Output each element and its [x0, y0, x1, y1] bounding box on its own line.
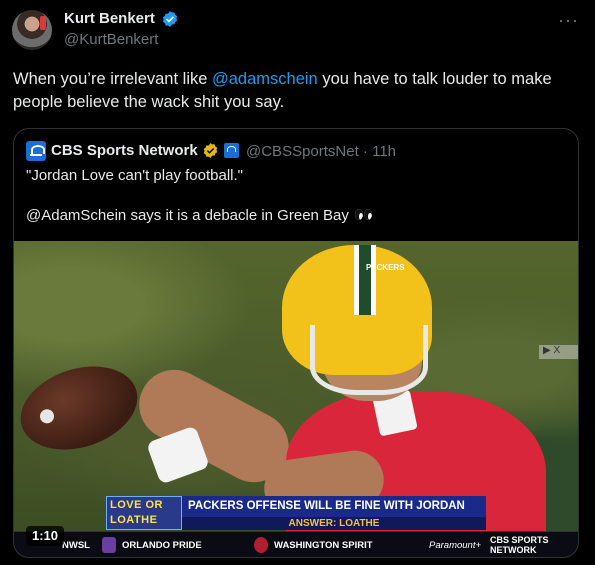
more-options-icon[interactable]: ···	[558, 10, 579, 31]
author-display-name[interactable]: Kurt Benkert	[64, 10, 155, 27]
quoted-text-line1: "Jordan Love can't play football."	[26, 167, 243, 184]
author-handle[interactable]: @KurtBenkert	[64, 31, 158, 48]
love-or-loathe-logo: LOVE OR LOATHE	[106, 496, 182, 530]
mention-link[interactable]: @adamschein	[212, 70, 318, 88]
quoted-text-line2: @AdamSchein says it is a debacle in Gree…	[26, 207, 373, 224]
video-player[interactable]: PACKERS ▶ X LOVE OR LOATHE PACKERS OFFEN…	[14, 241, 578, 557]
quoted-text-line2-content: @AdamSchein says it is a debacle in Gree…	[26, 207, 349, 224]
ticker-paramount: Paramount+	[429, 540, 482, 551]
love-or-loathe-logo-text: LOVE OR LOATHE	[110, 499, 164, 526]
ticker-washington-spirit: WASHINGTON SPIRIT	[274, 540, 373, 551]
quoted-avatar-logo[interactable]	[26, 141, 46, 161]
affiliate-badge-icon	[224, 143, 239, 158]
lower-third-headline: PACKERS OFFENSE WILL BE FINE WITH JORDAN…	[182, 496, 486, 533]
ad-badge[interactable]: ▶ X	[539, 345, 578, 359]
lower-third-graphic: LOVE OR LOATHE PACKERS OFFENSE WILL BE F…	[106, 496, 486, 533]
tweet-text-before: When you’re irrelevant like	[13, 70, 212, 88]
ticker-nwsl: NWSL	[62, 540, 90, 551]
quoted-tweet[interactable]: CBS Sports Network @CBSSportsNet · 11h "…	[13, 128, 579, 558]
quoted-handle-time: @CBSSportsNet · 11h	[246, 143, 397, 160]
ad-badge-text: ▶ X	[543, 345, 561, 356]
washington-spirit-logo-icon	[254, 537, 268, 553]
video-duration: 1:10	[26, 526, 65, 546]
author-avatar[interactable]	[12, 10, 52, 50]
gold-verified-badge-icon	[203, 143, 218, 158]
orlando-pride-logo-icon	[102, 537, 116, 553]
football	[14, 352, 149, 464]
ticker-bar: NWSL ORLANDO PRIDE WASHINGTON SPIRIT Par…	[14, 531, 578, 557]
lower-third-answer: ANSWER: LOATHE	[182, 517, 486, 530]
tweet-text: When you’re irrelevant like @adamschein …	[13, 68, 585, 114]
quoted-display-name: CBS Sports Network	[51, 142, 198, 159]
ticker-cbs-sports-network: CBS SPORTS NETWORK	[490, 535, 549, 555]
verified-badge-icon	[162, 11, 178, 27]
helmet-stripe	[354, 245, 376, 315]
eyes-emoji-icon	[355, 209, 373, 221]
helmet-facemask	[310, 325, 428, 395]
helmet-label: PACKERS	[366, 263, 405, 272]
ticker-orlando-pride: ORLANDO PRIDE	[122, 540, 202, 551]
